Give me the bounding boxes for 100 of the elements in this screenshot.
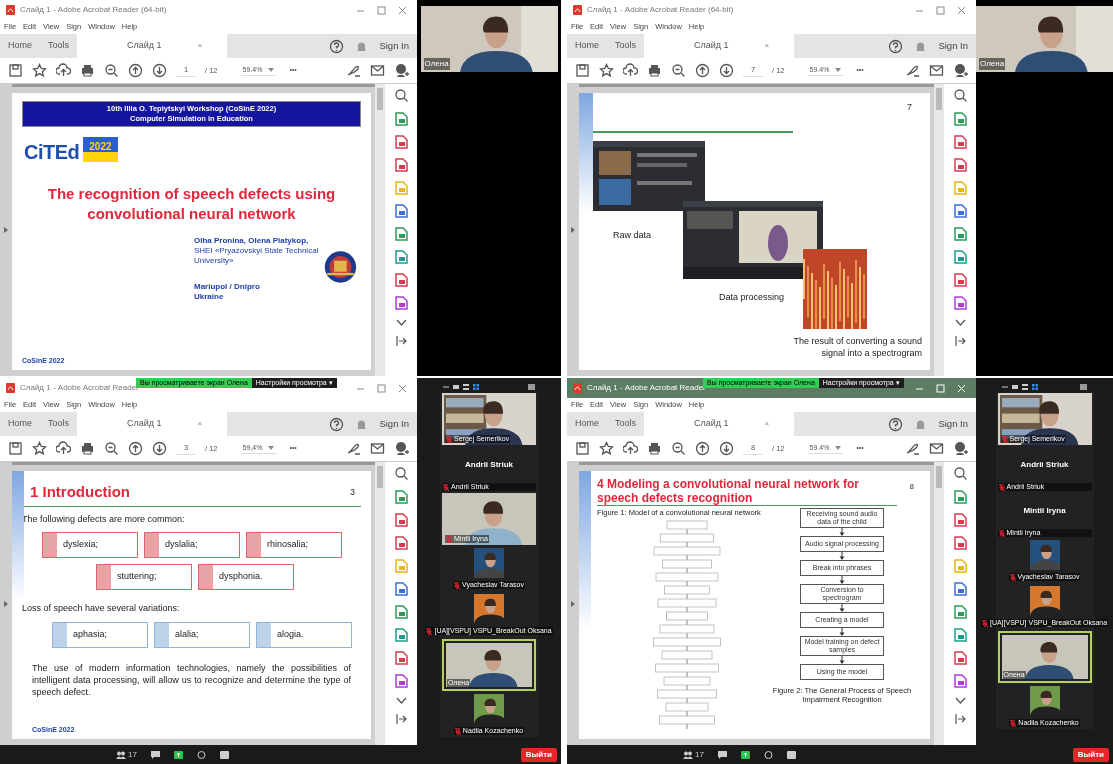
document-icon[interactable]: [953, 273, 967, 287]
previous-page-icon[interactable]: [695, 63, 710, 78]
upload-icon[interactable]: [56, 63, 71, 78]
collapse-panel-icon[interactable]: [954, 714, 966, 724]
document-icon[interactable]: [953, 536, 967, 550]
sign-in-button[interactable]: Sign In: [938, 38, 968, 54]
next-page-icon[interactable]: [152, 441, 167, 456]
document-icon[interactable]: [953, 582, 967, 596]
print-icon[interactable]: [647, 441, 662, 456]
leave-button[interactable]: Выйти: [520, 747, 557, 762]
chat-icon[interactable]: [717, 750, 727, 759]
document-icon[interactable]: [394, 674, 408, 688]
chevron-down-icon[interactable]: [395, 319, 407, 327]
search-icon[interactable]: [393, 466, 409, 481]
save-icon[interactable]: [8, 63, 23, 78]
document-icon[interactable]: [953, 674, 967, 688]
zoom-out-icon[interactable]: [104, 63, 119, 78]
help-icon[interactable]: [329, 38, 345, 54]
print-icon[interactable]: [647, 63, 662, 78]
document-icon[interactable]: [394, 628, 408, 642]
share-screen-icon[interactable]: [173, 750, 183, 759]
list-view-icon[interactable]: [1022, 383, 1028, 390]
star-icon[interactable]: [32, 441, 47, 456]
print-icon[interactable]: [80, 63, 95, 78]
tab[interactable]: Слайд 1 ×: [644, 412, 795, 436]
star-icon[interactable]: [599, 441, 614, 456]
reactions-icon[interactable]: [763, 750, 773, 759]
save-icon[interactable]: [575, 63, 590, 78]
mail-icon[interactable]: [370, 441, 385, 456]
apps-icon[interactable]: [786, 750, 796, 759]
upload-icon[interactable]: [623, 441, 638, 456]
chevron-down-icon[interactable]: [954, 697, 966, 705]
document-icon[interactable]: [394, 204, 408, 218]
tab[interactable]: Слайд 1 ×: [644, 34, 795, 58]
previous-page-icon[interactable]: [128, 63, 143, 78]
save-icon[interactable]: [8, 441, 23, 456]
add-user-icon[interactable]: [394, 63, 409, 78]
list-view-icon[interactable]: [463, 383, 469, 390]
previous-page-icon[interactable]: [695, 441, 710, 456]
mail-icon[interactable]: [370, 63, 385, 78]
next-page-icon[interactable]: [152, 63, 167, 78]
scrollbar-thumb[interactable]: [377, 88, 383, 110]
mail-icon[interactable]: [929, 63, 944, 78]
tab-close-button[interactable]: ×: [764, 40, 770, 52]
chat-icon[interactable]: [150, 750, 160, 759]
scrollbar-thumb[interactable]: [936, 466, 942, 488]
help-icon[interactable]: [888, 416, 904, 432]
document-icon[interactable]: [953, 204, 967, 218]
next-page-icon[interactable]: [719, 63, 734, 78]
document-icon[interactable]: [953, 227, 967, 241]
document-icon[interactable]: [394, 227, 408, 241]
expand-panel-icon[interactable]: [571, 227, 575, 233]
upload-icon[interactable]: [623, 63, 638, 78]
document-icon[interactable]: [953, 605, 967, 619]
participants-icon[interactable]: [683, 750, 693, 759]
chevron-down-icon[interactable]: [395, 697, 407, 705]
sign-in-button[interactable]: Sign In: [379, 38, 409, 54]
upload-icon[interactable]: [56, 441, 71, 456]
document-icon[interactable]: [394, 250, 408, 264]
chevron-down-icon[interactable]: [954, 319, 966, 327]
document-icon[interactable]: [953, 112, 967, 126]
collapse-panel-icon[interactable]: [395, 336, 407, 346]
zoom-out-icon[interactable]: [671, 63, 686, 78]
document-icon[interactable]: [394, 135, 408, 149]
document-icon[interactable]: [394, 605, 408, 619]
strip-view-icon[interactable]: [1012, 384, 1018, 389]
tab-close-button[interactable]: ×: [197, 40, 203, 52]
tab-close-button[interactable]: ×: [764, 418, 770, 430]
tab[interactable]: Слайд 1 ×: [77, 34, 228, 58]
add-user-icon[interactable]: [394, 441, 409, 456]
print-icon[interactable]: [80, 441, 95, 456]
collapse-panel-icon[interactable]: [954, 336, 966, 346]
tab[interactable]: Слайд 1 ×: [77, 412, 228, 436]
expand-icon[interactable]: [1080, 383, 1087, 390]
document-icon[interactable]: [394, 536, 408, 550]
scrollbar-thumb[interactable]: [936, 88, 942, 110]
document-icon[interactable]: [953, 651, 967, 665]
expand-panel-icon[interactable]: [4, 600, 8, 607]
share-screen-icon[interactable]: [740, 750, 750, 759]
zoom-out-icon[interactable]: [104, 441, 119, 456]
next-page-icon[interactable]: [719, 441, 734, 456]
grid-view-icon[interactable]: [1032, 383, 1038, 390]
dash-icon[interactable]: [1002, 384, 1008, 389]
sign-icon[interactable]: [905, 441, 920, 456]
sign-icon[interactable]: [346, 441, 361, 456]
previous-page-icon[interactable]: [128, 441, 143, 456]
grid-view-icon[interactable]: [473, 383, 479, 390]
sign-icon[interactable]: [346, 63, 361, 78]
close-icon[interactable]: [957, 5, 966, 15]
strip-view-icon[interactable]: [453, 384, 459, 389]
document-icon[interactable]: [394, 582, 408, 596]
document-icon[interactable]: [953, 490, 967, 504]
document-icon[interactable]: [394, 112, 408, 126]
reactions-icon[interactable]: [196, 750, 206, 759]
document-icon[interactable]: [953, 628, 967, 642]
tab-close-button[interactable]: ×: [197, 418, 203, 430]
expand-panel-icon[interactable]: [4, 227, 8, 233]
document-icon[interactable]: [953, 135, 967, 149]
sign-icon[interactable]: [905, 63, 920, 78]
participants-icon[interactable]: [116, 750, 126, 759]
